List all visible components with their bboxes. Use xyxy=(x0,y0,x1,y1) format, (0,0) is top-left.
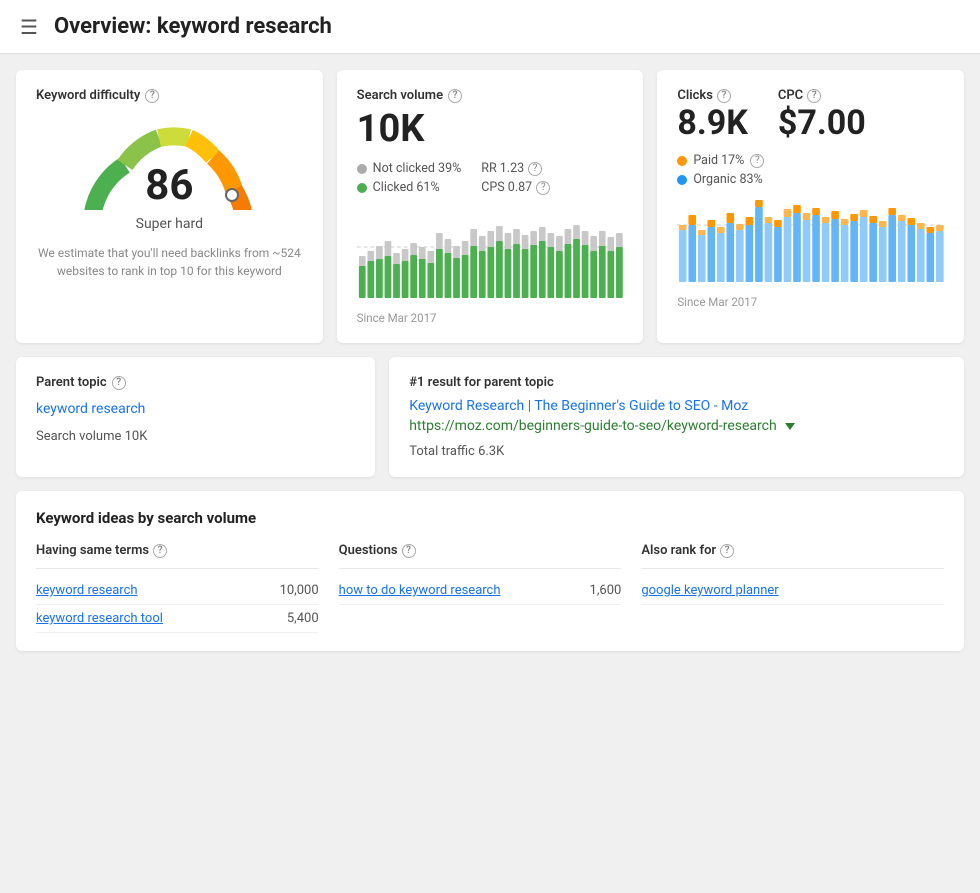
ki-col-same-terms: Having same terms ? keyword research 10,… xyxy=(36,543,339,633)
ki-col2-header: Questions ? xyxy=(339,543,622,569)
kd-help-icon[interactable]: ? xyxy=(145,89,159,103)
ki-col3-help-icon[interactable]: ? xyxy=(720,544,734,558)
ki-col-questions: Questions ? how to do keyword research 1… xyxy=(339,543,642,633)
ki-keyword-link[interactable]: keyword research tool xyxy=(36,611,163,626)
hamburger-icon[interactable]: ☰ xyxy=(20,15,38,39)
keyword-ideas-columns: Having same terms ? keyword research 10,… xyxy=(36,543,944,633)
middle-section: Parent topic ? keyword research Search v… xyxy=(16,357,964,477)
sv-help-icon[interactable]: ? xyxy=(448,89,462,103)
organic-item: Organic 83% xyxy=(677,172,944,187)
clicks-cpc-card: Clicks ? 8.9K CPC ? $7.00 Paid 17% xyxy=(657,70,964,343)
ki-keyword-link[interactable]: how to do keyword research xyxy=(339,583,501,598)
keyword-difficulty-card: Keyword difficulty ? xyxy=(16,70,323,343)
list-item: how to do keyword research 1,600 xyxy=(339,577,622,605)
parent-topic-card: Parent topic ? keyword research Search v… xyxy=(16,357,375,477)
gauge-rating: Super hard xyxy=(136,216,203,232)
paid-help-icon[interactable]: ? xyxy=(750,154,764,168)
gauge-wrap: 86 xyxy=(79,115,259,210)
cpc-help-icon[interactable]: ? xyxy=(807,89,821,103)
page-title: Overview: keyword research xyxy=(54,14,332,39)
parent-topic-help-icon[interactable]: ? xyxy=(112,376,126,390)
cpc-value: $7.00 xyxy=(778,103,866,143)
sv-chart xyxy=(357,211,624,305)
cps-help-icon[interactable]: ? xyxy=(536,181,550,195)
result-url-dropdown-icon[interactable] xyxy=(785,423,795,430)
clicks-value: 8.9K xyxy=(677,103,748,143)
ki-col3-header: Also rank for ? xyxy=(641,543,944,569)
clicks-meta: Paid 17% ? Organic 83% xyxy=(677,153,944,187)
clicks-help-icon[interactable]: ? xyxy=(717,89,731,103)
rr-item: RR 1.23 ? xyxy=(481,161,550,176)
result-section-label: #1 result for parent topic xyxy=(409,375,944,390)
search-volume-card: Search volume ? 10K Not clicked 39% Clic… xyxy=(337,70,644,343)
ki-volume: 5,400 xyxy=(287,611,319,626)
clicked-item: Clicked 61% xyxy=(357,180,462,195)
sv-since: Since Mar 2017 xyxy=(357,311,624,325)
clicks-bar-chart-svg xyxy=(677,195,944,285)
list-item: keyword research tool 5,400 xyxy=(36,605,319,633)
cps-item: CPS 0.87 ? xyxy=(481,180,550,195)
ki-keyword-link[interactable]: keyword research xyxy=(36,583,138,598)
not-clicked-dot xyxy=(357,164,367,174)
parent-topic-link[interactable]: keyword research xyxy=(36,401,145,417)
ki-keyword-link[interactable]: google keyword planner xyxy=(641,583,778,598)
ki-volume: 1,600 xyxy=(590,583,622,598)
ki-col-also-rank: Also rank for ? google keyword planner xyxy=(641,543,944,633)
clicks-cpc-top-row: Clicks ? 8.9K CPC ? $7.00 xyxy=(677,88,944,143)
result-url: https://moz.com/beginners-guide-to-seo/k… xyxy=(409,418,944,434)
main-content: Keyword difficulty ? xyxy=(0,54,980,667)
sv-bar-chart-svg xyxy=(357,211,624,301)
list-item: google keyword planner xyxy=(641,577,944,605)
organic-dot xyxy=(677,175,687,185)
top-cards-row: Keyword difficulty ? xyxy=(16,70,964,343)
kd-description: We estimate that you'll need backlinks f… xyxy=(36,244,303,280)
paid-dot xyxy=(677,156,687,166)
keyword-ideas-card: Keyword ideas by search volume Having sa… xyxy=(16,491,964,651)
ki-volume: 10,000 xyxy=(280,583,319,598)
paid-item: Paid 17% ? xyxy=(677,153,944,168)
cpc-label: CPC ? xyxy=(778,88,866,103)
gauge-container: 86 Super hard xyxy=(36,115,303,232)
not-clicked-item: Not clicked 39% xyxy=(357,161,462,176)
clicks-since: Since Mar 2017 xyxy=(677,295,944,309)
sv-label: Search volume ? xyxy=(357,88,624,103)
ki-col1-header: Having same terms ? xyxy=(36,543,319,569)
top-result-card: #1 result for parent topic Keyword Resea… xyxy=(389,357,964,477)
clicks-section: Clicks ? 8.9K xyxy=(677,88,748,143)
rr-help-icon[interactable]: ? xyxy=(528,162,542,176)
sv-meta-left: Not clicked 39% Clicked 61% xyxy=(357,161,462,199)
result-title-link[interactable]: Keyword Research | The Beginner's Guide … xyxy=(409,398,944,414)
ki-col2-help-icon[interactable]: ? xyxy=(402,544,416,558)
ki-col1-help-icon[interactable]: ? xyxy=(153,544,167,558)
header: ☰ Overview: keyword research xyxy=(0,0,980,54)
clicks-label: Clicks ? xyxy=(677,88,748,103)
sv-meta: Not clicked 39% Clicked 61% RR 1.23 ? CP… xyxy=(357,161,624,199)
sv-meta-right: RR 1.23 ? CPS 0.87 ? xyxy=(481,161,550,199)
cpc-section: CPC ? $7.00 xyxy=(778,88,866,143)
parent-topic-volume: Search volume 10K xyxy=(36,429,355,444)
clicked-dot xyxy=(357,183,367,193)
keyword-ideas-title: Keyword ideas by search volume xyxy=(36,509,944,527)
result-traffic: Total traffic 6.3K xyxy=(409,444,944,459)
list-item: keyword research 10,000 xyxy=(36,577,319,605)
result-url-link[interactable]: https://moz.com/beginners-guide-to-seo/k… xyxy=(409,418,776,434)
gauge-value: 86 xyxy=(145,161,193,210)
kd-label: Keyword difficulty ? xyxy=(36,88,303,103)
clicks-chart xyxy=(677,195,944,289)
parent-topic-label: Parent topic ? xyxy=(36,375,355,390)
sv-value: 10K xyxy=(357,107,624,151)
